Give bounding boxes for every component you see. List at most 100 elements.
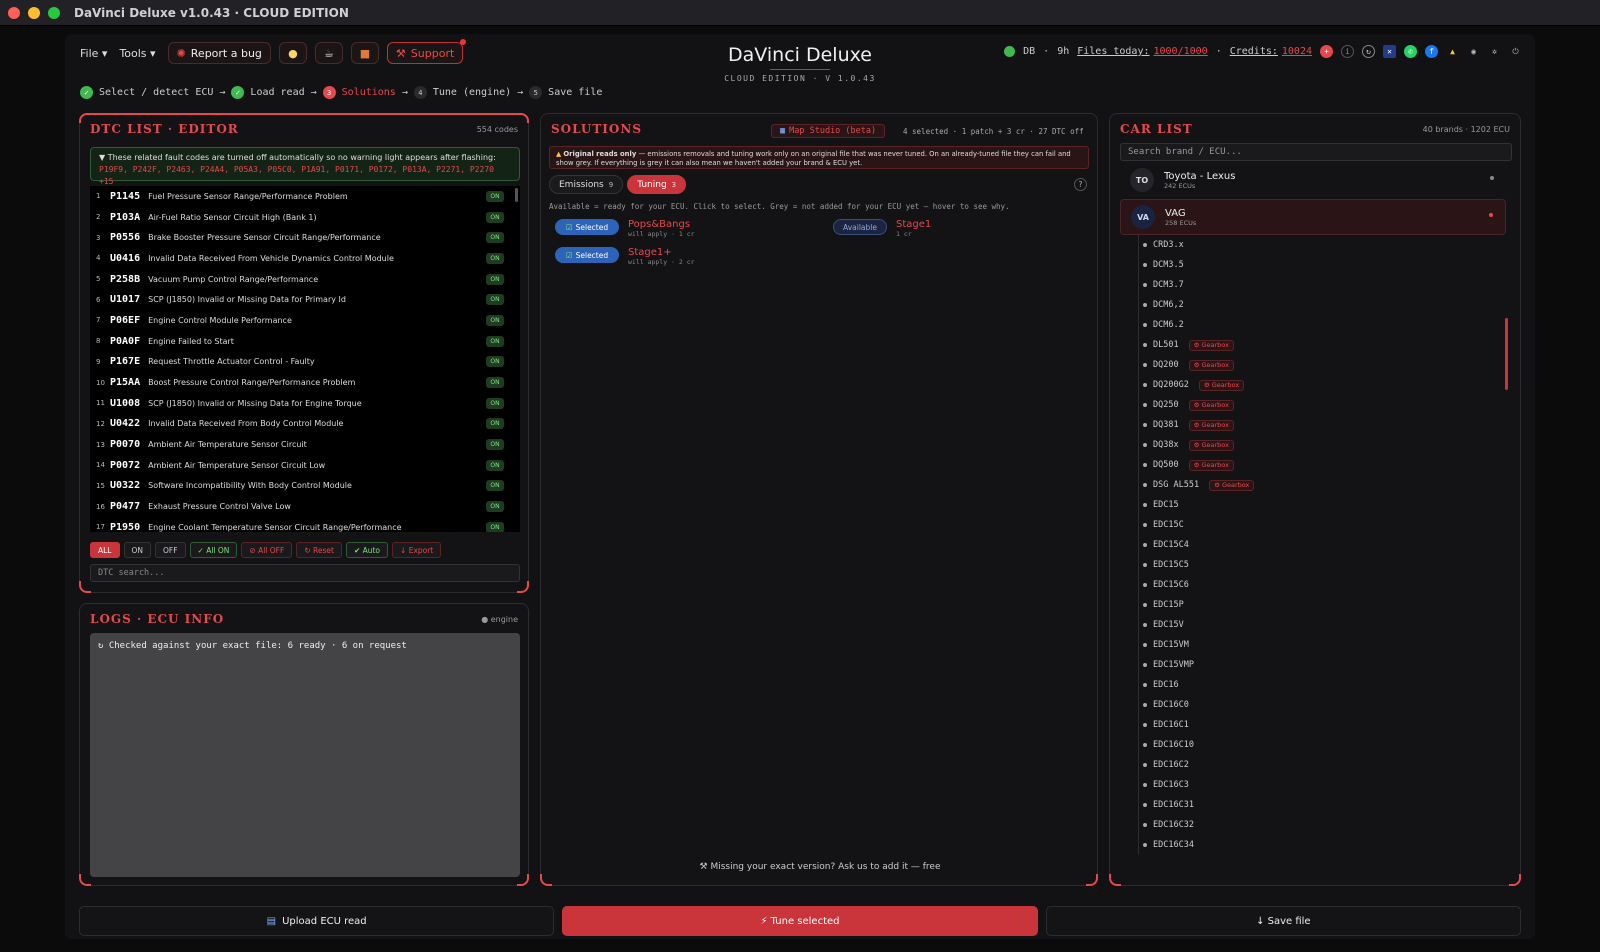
dtc-state-toggle[interactable]: ON — [486, 190, 504, 202]
bell-icon[interactable]: ▲ — [1446, 45, 1459, 58]
dtc-row[interactable]: 2 P103A Air-Fuel Ratio Sensor Circuit High… — [90, 207, 520, 228]
dtc-row[interactable]: 12 U0422 Invalid Data Received From Body C… — [90, 414, 520, 435]
dtc-state-toggle[interactable]: ON — [486, 314, 504, 326]
dtc-state-toggle[interactable]: ON — [486, 356, 504, 368]
coffee-button[interactable]: ☕ — [314, 42, 343, 64]
ecu-item[interactable]: DQ38x ⚙ Gearbox — [1139, 435, 1478, 455]
dtc-row[interactable]: 3 P0556 Brake Booster Pressure Sensor Circ… — [90, 227, 520, 248]
dtc-row[interactable]: 4 U0416 Invalid Data Received From Vehicle… — [90, 248, 520, 269]
missing-version-link[interactable]: ⚒ Missing your exact version? Ask us to … — [541, 862, 1099, 872]
dtc-search-input[interactable]: DTC search... — [90, 564, 520, 582]
dtc-state-toggle[interactable]: ON — [486, 418, 504, 430]
dtc-state-toggle[interactable]: ON — [486, 252, 504, 264]
credits-label[interactable]: Credits: — [1230, 46, 1278, 57]
dtc-row[interactable]: 17 P1950 Engine Coolant Temperature Sensor… — [90, 517, 520, 532]
auto-button[interactable]: ✔ Auto — [345, 542, 389, 558]
all-off-button[interactable]: ⊘ All OFF — [241, 542, 293, 558]
dtc-state-toggle[interactable]: ON — [486, 273, 504, 285]
credits-value[interactable]: 10024 — [1282, 46, 1312, 57]
filter-on-button[interactable]: ON — [123, 542, 152, 558]
info-icon[interactable]: i — [1341, 45, 1354, 58]
filter-off-button[interactable]: OFF — [155, 542, 186, 558]
refresh-icon[interactable]: ↻ — [1362, 45, 1375, 58]
car-list-scrollbar[interactable] — [1505, 318, 1508, 390]
brand-search-input[interactable]: Search brand / ECU... — [1120, 143, 1512, 161]
dtc-state-toggle[interactable]: ON — [486, 459, 504, 471]
ecu-item[interactable]: EDC15C5 — [1139, 555, 1478, 575]
ecu-item[interactable]: EDC16C1 — [1139, 715, 1478, 735]
brand-vag[interactable]: VA VAG 258 ECUs — [1120, 199, 1506, 235]
map-studio-button[interactable]: ▦ Map Studio (beta) — [771, 124, 886, 138]
dtc-scrollbar[interactable] — [515, 188, 518, 202]
ecu-item[interactable]: EDC16C10 — [1139, 735, 1478, 755]
dtc-state-toggle[interactable]: ON — [486, 521, 504, 532]
gear-icon[interactable]: ✲ — [1488, 45, 1501, 58]
tune-selected-button[interactable]: ⚡ Tune selected — [562, 906, 1038, 936]
dtc-state-toggle[interactable]: ON — [486, 480, 504, 492]
solution-stage1[interactable]: Available Stage1 1 cr — [833, 219, 931, 238]
whatsapp-icon[interactable]: ✆ — [1404, 45, 1417, 58]
ecu-item[interactable]: DSG AL551 ⚙ Gearbox — [1139, 475, 1478, 495]
dtc-state-toggle[interactable]: ON — [486, 335, 504, 347]
dtc-row[interactable]: 13 P0070 Ambient Air Temperature Sensor Ci… — [90, 434, 520, 455]
ecu-item[interactable]: DQ250 ⚙ Gearbox — [1139, 395, 1478, 415]
ecu-item[interactable]: DCM6,2 — [1139, 295, 1478, 315]
dtc-state-toggle[interactable]: ON — [486, 232, 504, 244]
support-button[interactable]: ⚒ Support — [386, 39, 467, 64]
dtc-row[interactable]: 8 P0A0F Engine Failed to Start ON — [90, 331, 520, 352]
available-badge[interactable]: Available — [833, 219, 887, 235]
selected-badge[interactable]: ☑ Selected — [555, 219, 619, 235]
ecu-item[interactable]: EDC16C2 — [1139, 755, 1478, 775]
ecu-item[interactable]: DQ200G2 ⚙ Gearbox — [1139, 375, 1478, 395]
ecu-item[interactable]: EDC15C — [1139, 515, 1478, 535]
tab-emissions[interactable]: Emissions 9 — [549, 175, 624, 194]
brand-toyota-lexus[interactable]: TO Toyota - Lexus 242 ECUs — [1120, 163, 1506, 197]
dtc-state-toggle[interactable]: ON — [486, 377, 504, 389]
dtc-row[interactable]: 5 P258B Vacuum Pump Control Range/Performa… — [90, 269, 520, 290]
dtc-row[interactable]: 6 U1017 SCP (J1850) Invalid or Missing Dat… — [90, 289, 520, 310]
upload-ecu-read-button[interactable]: ▤ Upload ECU read — [79, 906, 555, 936]
files-today-label[interactable]: Files today: — [1077, 46, 1149, 57]
maximize-window-button[interactable] — [48, 6, 60, 19]
step-load-read[interactable]: Load read — [250, 87, 304, 98]
tools-menu[interactable]: Tools ▾ — [119, 47, 155, 60]
step-save-file[interactable]: Save file — [548, 87, 602, 98]
dtc-state-toggle[interactable]: ON — [486, 211, 504, 223]
ecu-item[interactable]: EDC16C32 — [1139, 815, 1478, 835]
idea-button[interactable]: ● — [278, 42, 307, 64]
save-file-button[interactable]: ↓ Save file — [1045, 906, 1521, 936]
all-on-button[interactable]: ✓ All ON — [189, 542, 238, 558]
ecu-item[interactable]: DQ200 ⚙ Gearbox — [1139, 355, 1478, 375]
ecu-item[interactable]: EDC16C3 — [1139, 775, 1478, 795]
power-icon[interactable]: ⏻ — [1509, 45, 1522, 58]
ecu-item[interactable]: EDC15 — [1139, 495, 1478, 515]
ecu-item[interactable]: DCM3.5 — [1139, 255, 1478, 275]
ecu-item[interactable]: DCM6.2 — [1139, 315, 1478, 335]
dtc-row[interactable]: 11 U1008 SCP (J1850) Invalid or Missing Da… — [90, 393, 520, 414]
ecu-item[interactable]: EDC16C34 — [1139, 835, 1478, 855]
ecu-item[interactable]: EDC15VM — [1139, 635, 1478, 655]
ecu-item[interactable]: DCM3.7 — [1139, 275, 1478, 295]
solution-stage1-plus[interactable]: ☑ Selected Stage1+ will apply · 2 cr — [555, 247, 695, 266]
dtc-state-toggle[interactable]: ON — [486, 294, 504, 306]
close-window-button[interactable] — [8, 6, 20, 19]
file-menu[interactable]: File ▾ — [80, 47, 107, 60]
files-today-value[interactable]: 1000/1000 — [1154, 46, 1208, 57]
dtc-row[interactable]: 10 P15AA Boost Pressure Control Range/Perf… — [90, 372, 520, 393]
ecu-item[interactable]: EDC15V — [1139, 615, 1478, 635]
uk-flag-icon[interactable]: ✕ — [1383, 45, 1396, 58]
add-credits-icon[interactable]: + — [1320, 45, 1333, 58]
ecu-item[interactable]: CRD3.x — [1139, 235, 1478, 255]
dtc-row[interactable]: 7 P06EF Engine Control Module Performance O… — [90, 310, 520, 331]
ecu-item[interactable]: EDC16C0 — [1139, 695, 1478, 715]
step-tune-engine[interactable]: Tune (engine) — [433, 87, 511, 98]
facebook-icon[interactable]: f — [1425, 45, 1438, 58]
ecu-item[interactable]: DQ381 ⚙ Gearbox — [1139, 415, 1478, 435]
ecu-item[interactable]: DQ500 ⚙ Gearbox — [1139, 455, 1478, 475]
ecu-item[interactable]: EDC15C6 — [1139, 575, 1478, 595]
dtc-state-toggle[interactable]: ON — [486, 501, 504, 513]
gift-button[interactable]: ■ — [350, 42, 379, 64]
reset-button[interactable]: ↻ Reset — [296, 542, 342, 558]
ecu-item[interactable]: DL501 ⚙ Gearbox — [1139, 335, 1478, 355]
report-bug-button[interactable]: ✺ Report a bug — [167, 42, 271, 64]
